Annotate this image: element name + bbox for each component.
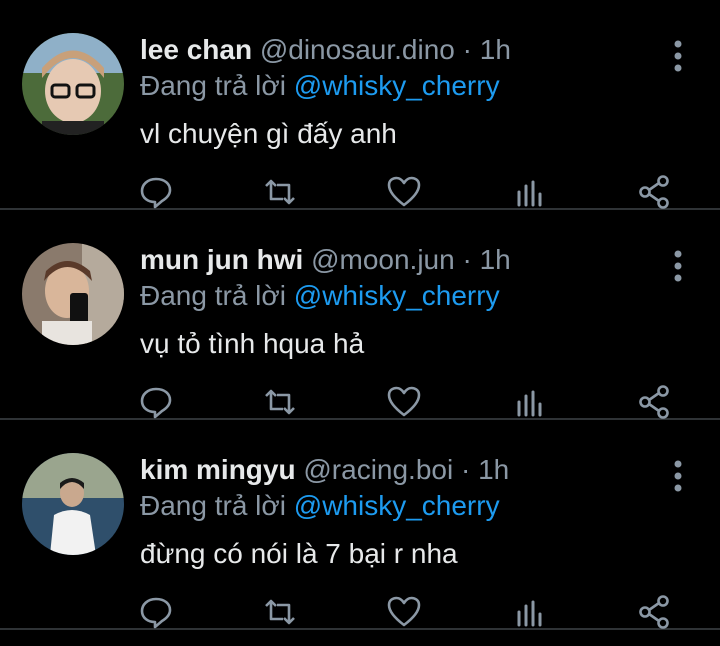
more-options-icon[interactable] [664,36,692,76]
like-button[interactable] [384,172,424,212]
replying-to-label: Đang trả lời [140,490,286,521]
reply-button[interactable] [136,172,176,212]
analytics-button[interactable] [510,382,550,422]
tweet-text: đừng có nói là 7 bại r nha [140,538,458,569]
tweet-header: lee chan @dinosaur.dino · 1h [140,34,511,66]
timestamp[interactable]: 1h [480,34,511,65]
retweet-button[interactable] [260,172,300,212]
reply-button[interactable] [136,382,176,422]
tweet-text: vl chuyện gì đấy anh [140,118,397,149]
timestamp[interactable]: 1h [480,244,511,275]
replying-to-label: Đang trả lời [140,280,286,311]
analytics-icon [517,180,542,207]
tweet-header: mun jun hwi @moon.jun · 1h [140,244,511,276]
reply-icon [140,597,172,629]
tweet-text: vụ tỏ tình hqua hả [140,328,365,359]
tweet-header: kim mingyu @racing.boi · 1h [140,454,509,486]
separator-dot: · [462,34,472,65]
avatar-image [22,243,124,345]
user-handle[interactable]: @dinosaur.dino [260,34,455,65]
more-options-icon[interactable] [664,246,692,286]
share-icon [639,385,669,419]
user-handle[interactable]: @racing.boi [303,454,453,485]
replying-to: Đang trả lời @whisky_cherry [140,70,500,102]
share-button[interactable] [634,382,674,422]
replying-to-label: Đang trả lời [140,70,286,101]
replying-to: Đang trả lời @whisky_cherry [140,490,500,522]
tweet-actions [0,172,720,212]
like-icon [387,596,421,627]
like-button[interactable] [384,382,424,422]
avatar-image [22,33,124,135]
display-name[interactable]: mun jun hwi [140,244,303,275]
avatar[interactable] [22,453,124,555]
avatar-image [22,453,124,555]
avatar[interactable] [22,243,124,345]
analytics-button[interactable] [510,592,550,632]
like-button[interactable] [384,592,424,632]
share-icon [639,175,669,209]
reply-button[interactable] [136,592,176,632]
timestamp[interactable]: 1h [478,454,509,485]
retweet-icon [265,179,295,205]
retweet-button[interactable] [260,382,300,422]
display-name[interactable]: lee chan [140,34,252,65]
analytics-icon [517,600,542,627]
retweet-icon [265,389,295,415]
tweet-reply[interactable]: kim mingyu @racing.boi · 1h Đang trả lời… [0,420,720,630]
like-icon [387,386,421,417]
share-button[interactable] [634,172,674,212]
retweet-button[interactable] [260,592,300,632]
tweet-actions [0,382,720,422]
tweet-reply[interactable]: mun jun hwi @moon.jun · 1h Đang trả lời … [0,210,720,420]
reply-icon [140,387,172,419]
analytics-button[interactable] [510,172,550,212]
avatar[interactable] [22,33,124,135]
separator-dot: · [462,244,472,275]
mention-link[interactable]: @whisky_cherry [294,280,500,311]
mention-link[interactable]: @whisky_cherry [294,70,500,101]
share-button[interactable] [634,592,674,632]
replying-to: Đang trả lời @whisky_cherry [140,280,500,312]
share-icon [639,595,669,629]
more-options-icon[interactable] [664,456,692,496]
display-name[interactable]: kim mingyu [140,454,296,485]
like-icon [387,176,421,207]
retweet-icon [265,599,295,625]
mention-link[interactable]: @whisky_cherry [294,490,500,521]
tweet-reply[interactable]: lee chan @dinosaur.dino · 1h Đang trả lờ… [0,0,720,210]
reply-icon [140,177,172,209]
separator-dot: · [461,454,471,485]
user-handle[interactable]: @moon.jun [311,244,455,275]
analytics-icon [517,390,542,417]
tweet-actions [0,592,720,632]
